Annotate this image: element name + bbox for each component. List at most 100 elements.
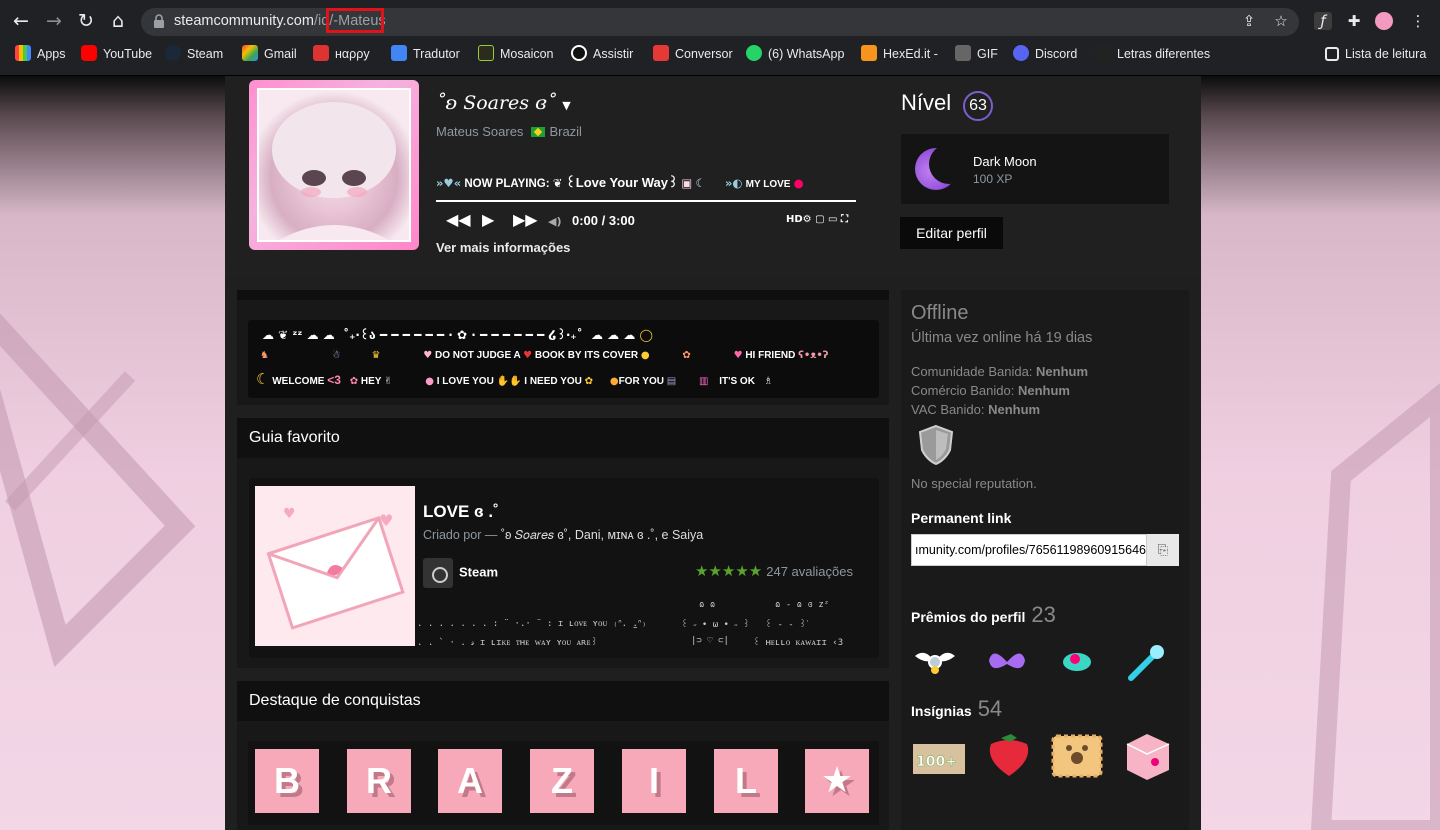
edit-profile-button[interactable]: Editar perfil xyxy=(900,217,1003,249)
share-icon[interactable]: ⇪ xyxy=(1240,12,1258,30)
home-icon[interactable]: ⌂ xyxy=(105,8,131,34)
achievement-tile[interactable]: L xyxy=(714,749,778,813)
browser-toolbar: ← → ↻ ⌂ steamcommunity.com/id/-Mateus ⇪ … xyxy=(0,0,1440,42)
last-online: Última vez online há 19 dias xyxy=(911,330,1093,346)
favorite-guide-showcase: Guia favorito ♥ ♥ LOVE ɞ .˚ Criado por —… xyxy=(237,418,889,668)
pink-heart-icon: ♥ xyxy=(733,350,743,361)
guide-desc-6: ɷ - ɷ ɞ zᶻ xyxy=(775,600,830,610)
letras-icon xyxy=(1095,45,1111,61)
cookie-badge-icon[interactable] xyxy=(1049,730,1105,780)
emoji-art-box: ☁ ❦ ᶻᶻ ☁ ☁ ˚₊‧꒰ა ━ ━ ━ ━ ━ ━ · ✿ · ━ ━ ━… xyxy=(248,320,879,398)
avatar-frame xyxy=(249,80,419,250)
achievement-tile[interactable]: B xyxy=(255,749,319,813)
fast-forward-icon[interactable]: ▶▶ xyxy=(513,210,538,229)
cat-icon: ✿ xyxy=(349,376,359,387)
level-badge[interactable]: 63 xyxy=(963,91,993,121)
bookmark-happy[interactable]: нαρρу xyxy=(313,45,370,63)
envelope-icon: ♥ ♥ xyxy=(266,506,405,630)
chevron-down-icon[interactable]: ▼ xyxy=(562,99,570,112)
youtube-icon xyxy=(81,45,97,61)
guide-desc-8: ꒰ ʜᴇʟʟᴏ ᴋᴀᴡᴀɪɪ ‹3 xyxy=(753,638,844,648)
art-line-top: ☁ ❦ ᶻᶻ ☁ ☁ ˚₊‧꒰ა ━ ━ ━ ━ ━ ━ · ✿ · ━ ━ ━… xyxy=(262,328,653,342)
butterfly-award-icon[interactable] xyxy=(983,642,1031,682)
guide-title[interactable]: LOVE ɞ .˚ xyxy=(423,502,499,522)
bunny-white-icon: ✌ xyxy=(384,376,393,387)
player-settings-icons[interactable]: HD⚙ ▢ ▭ ⛶ xyxy=(786,214,848,225)
level-label: Nível xyxy=(901,90,952,115)
red-heart-icon: ♥ xyxy=(523,350,533,361)
copy-link-icon[interactable]: ⎘ xyxy=(1147,534,1179,566)
bird-icon: ❦ xyxy=(552,176,563,190)
dark-moon-icon xyxy=(915,144,969,190)
guide-thumbnail[interactable]: ♥ ♥ xyxy=(255,486,415,646)
assistir-icon xyxy=(571,45,587,61)
more-info-link[interactable]: Ver mais informações xyxy=(436,240,570,255)
browser-chrome: ← → ↻ ⌂ steamcommunity.com/id/-Mateus ⇪ … xyxy=(0,0,1440,76)
reload-icon[interactable]: ↻ xyxy=(73,8,99,34)
achievement-tile[interactable]: Z xyxy=(530,749,594,813)
guide-desc-3: ɷ ɷ xyxy=(699,600,716,610)
100-plus-badge-icon[interactable]: 100+ xyxy=(911,734,967,784)
bookmark-steam[interactable]: Steam xyxy=(165,45,223,63)
forward-arrow-icon[interactable]: → xyxy=(41,8,67,34)
achievement-tile[interactable]: A xyxy=(438,749,502,813)
avatar xyxy=(257,88,411,242)
guide-card[interactable]: ♥ ♥ LOVE ɞ .˚ Criado por — ˚ʚ 𝑆𝑜𝑎𝑟𝑒𝑠 ɞ˚,… xyxy=(249,478,879,658)
menu-dots-icon[interactable]: ⋮ xyxy=(1409,12,1427,30)
bookmark-gif[interactable]: GIF xyxy=(955,45,998,63)
bookmark-assistir[interactable]: Assistir xyxy=(571,45,633,63)
play-icon[interactable]: ▶ xyxy=(482,210,494,229)
bookmark-letras[interactable]: Letras diferentes xyxy=(1095,45,1210,63)
awards-heading[interactable]: Prêmios do perfil 23 xyxy=(911,602,1056,628)
shield-icon xyxy=(918,424,954,466)
back-arrow-icon[interactable]: ← xyxy=(8,8,34,34)
guide-desc-7: ꒰ - - ꒱ᐝ xyxy=(765,620,809,630)
bookmark-youtube[interactable]: YouTube xyxy=(81,45,152,63)
favorite-badge[interactable]: Dark Moon 100 XP xyxy=(901,134,1169,204)
crescent-moon-icon: ☾ xyxy=(256,370,270,388)
achievement-tile[interactable]: I xyxy=(622,749,686,813)
lock-icon xyxy=(154,14,164,28)
guide-app[interactable]: Steam xyxy=(423,558,498,588)
bookmark-whatsapp[interactable]: (6) WhatsApp xyxy=(746,45,844,63)
bookmark-discord[interactable]: Discord xyxy=(1013,45,1077,63)
bookmark-apps[interactable]: Apps xyxy=(15,45,66,63)
achievement-tile-star[interactable]: ★ xyxy=(805,749,869,813)
real-name: Mateus Soares Brazil xyxy=(436,124,582,139)
reading-list[interactable]: Lista de leitura xyxy=(1325,45,1426,63)
reputation: No special reputation. xyxy=(911,476,1037,491)
bookmark-mosaicon[interactable]: Mosaicon xyxy=(478,45,554,63)
badge-name: Dark Moon xyxy=(973,154,1037,169)
puzzle-extensions-icon[interactable]: ✚ xyxy=(1345,12,1363,30)
jellyfish-award-icon[interactable] xyxy=(1053,642,1101,682)
art-line-bottom: ☾ WELCOME <3 ✿ HEY ✌ ● I LOVE YOU ✋✋ I N… xyxy=(256,370,773,388)
honey-icon: ● xyxy=(609,376,619,387)
mosaicon-icon xyxy=(478,45,494,61)
achievement-tile[interactable]: R xyxy=(347,749,411,813)
permanent-link-input[interactable]: ımunity.com/profiles/76561198960915646 xyxy=(911,534,1147,566)
cloud-icons: ☁ ❦ ᶻᶻ ☁ ☁ xyxy=(262,328,335,342)
bookmark-tradutor[interactable]: Tradutor xyxy=(391,45,460,63)
girl-icon: ♗ xyxy=(763,376,773,387)
bookmark-hexed[interactable]: HexEd.it - xyxy=(861,45,938,63)
persona-name[interactable]: ˚ʚ 𝑆𝑜𝑎𝑟𝑒𝑠 ɞ˚ ▼ xyxy=(436,92,571,114)
bookmark-conversor[interactable]: Conversor xyxy=(653,45,733,63)
bookmark-gmail[interactable]: Gmail xyxy=(242,45,297,63)
progress-track[interactable] xyxy=(436,200,856,202)
rainbow-icon: ▥ xyxy=(698,376,709,387)
playback-time: 0:00 / 3:00 xyxy=(572,213,635,228)
strawberry-badge-icon[interactable] xyxy=(981,730,1037,780)
pink-cube-badge-icon[interactable] xyxy=(1119,730,1175,780)
comet-award-icon[interactable] xyxy=(1125,642,1173,682)
winged-award-icon[interactable] xyxy=(911,642,959,682)
hands-icon: ✋✋ xyxy=(496,376,522,387)
profile-avatar-icon[interactable] xyxy=(1375,12,1393,30)
badges-heading[interactable]: Insígnias 54 xyxy=(911,696,1002,722)
discord-icon xyxy=(1013,45,1029,61)
rewind-icon[interactable]: ◀◀ xyxy=(446,210,471,229)
volume-icon[interactable]: ◀) xyxy=(548,215,562,228)
letter-icon: ▤ xyxy=(666,376,677,387)
permanent-link-label: Permanent link xyxy=(911,510,1012,526)
bookmark-star-icon[interactable]: ☆ xyxy=(1272,12,1290,30)
extension-font-icon[interactable]: ƒ xyxy=(1314,12,1332,30)
